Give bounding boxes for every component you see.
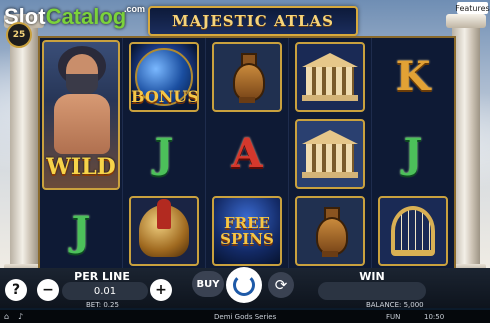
reel-3-row-3: FREE SPINS bbox=[206, 193, 288, 270]
sound-icon[interactable]: ♪ bbox=[18, 312, 23, 321]
free-spins-symbol: FREE SPINS bbox=[212, 196, 282, 267]
temple-icon bbox=[302, 129, 358, 178]
lyre-symbol bbox=[378, 196, 448, 267]
watermark-com: .com bbox=[124, 4, 146, 14]
reel-4 bbox=[289, 38, 372, 270]
wild-label: WILD bbox=[46, 154, 116, 180]
wild-symbol: WILD bbox=[42, 40, 120, 190]
reel-3-row-2: A bbox=[206, 115, 288, 192]
win-value bbox=[318, 282, 426, 300]
reel-4-row-2 bbox=[289, 115, 371, 192]
reel-5-row-1: K bbox=[372, 38, 454, 115]
reel-5-row-3 bbox=[372, 193, 454, 270]
autoplay-icon: ⟳ bbox=[274, 276, 288, 294]
right-pillar bbox=[446, 14, 486, 274]
amphora-symbol bbox=[212, 41, 282, 112]
letter-a-symbol: A bbox=[231, 130, 263, 178]
game-title: MAJESTIC ATLAS bbox=[172, 12, 334, 30]
bet-amount: BET: 0.25 bbox=[86, 301, 119, 309]
free-spins-line2: SPINS bbox=[220, 230, 274, 249]
letter-j-symbol: J bbox=[403, 130, 423, 178]
features-button[interactable]: Features bbox=[455, 2, 490, 14]
zeus-beard bbox=[66, 74, 98, 96]
reel-5-row-2: J bbox=[372, 115, 454, 192]
help-button[interactable]: ? bbox=[5, 279, 27, 301]
letter-j-symbol: J bbox=[154, 130, 174, 178]
reel-3: A FREE SPINS bbox=[206, 38, 289, 270]
amphora-icon bbox=[312, 205, 348, 258]
reel-5: K J bbox=[372, 38, 454, 270]
reel-1: WILD J bbox=[40, 38, 123, 270]
bonus-label: BONUS bbox=[131, 86, 199, 106]
reel-2: BONUS J bbox=[123, 38, 206, 270]
temple-symbol bbox=[295, 41, 365, 112]
reel-2-row-3 bbox=[123, 193, 205, 270]
series-name: Demi Gods Series bbox=[214, 313, 277, 321]
footer-bar: ⌂ ♪ Demi Gods Series FUN 10:50 bbox=[0, 310, 490, 323]
reel-2-row-1: BONUS bbox=[123, 38, 205, 115]
per-line-value: 0.01 bbox=[62, 282, 148, 300]
spin-button[interactable] bbox=[226, 267, 262, 303]
balance-amount: BALANCE: 5,000 bbox=[366, 301, 424, 309]
temple-symbol bbox=[295, 118, 365, 189]
amphora-icon bbox=[229, 51, 265, 103]
watermark-catalog: Catalog bbox=[45, 4, 127, 29]
reel-4-row-1 bbox=[289, 38, 371, 115]
letter-k-symbol: K bbox=[395, 53, 431, 101]
reel-grid: WILD J BONUS J A FREE SPINS K J bbox=[38, 36, 456, 272]
clock: 10:50 bbox=[424, 313, 445, 321]
reel-2-row-2: J bbox=[123, 115, 205, 192]
free-spins-label: FREE SPINS bbox=[220, 215, 274, 247]
buy-bonus-button[interactable]: BUY bbox=[192, 271, 224, 297]
amphora-symbol bbox=[295, 196, 365, 267]
free-spins-line1: FREE bbox=[224, 214, 270, 233]
reel-4-row-3 bbox=[289, 193, 371, 270]
game-title-banner: MAJESTIC ATLAS bbox=[148, 6, 358, 36]
info-row: BET: 0.25 BALANCE: 5,000 bbox=[0, 300, 490, 310]
left-pillar bbox=[4, 14, 44, 274]
autoplay-button[interactable]: ⟳ bbox=[268, 272, 294, 298]
helmet-symbol bbox=[129, 196, 199, 267]
zeus-body bbox=[54, 94, 110, 154]
increase-bet-button[interactable]: + bbox=[150, 279, 172, 301]
temple-icon bbox=[302, 52, 358, 101]
bonus-symbol: BONUS bbox=[129, 41, 199, 112]
helmet-icon bbox=[139, 199, 189, 258]
letter-j-symbol: J bbox=[71, 207, 91, 255]
reel-3-row-1 bbox=[206, 38, 288, 115]
reel-1-row-3: J bbox=[40, 193, 122, 270]
decrease-bet-button[interactable]: − bbox=[37, 279, 59, 301]
mode-label: FUN bbox=[386, 313, 401, 321]
lines-badge: 25 bbox=[6, 22, 32, 48]
lyre-icon bbox=[391, 206, 435, 257]
home-icon[interactable]: ⌂ bbox=[4, 312, 9, 321]
spin-icon bbox=[233, 274, 255, 296]
